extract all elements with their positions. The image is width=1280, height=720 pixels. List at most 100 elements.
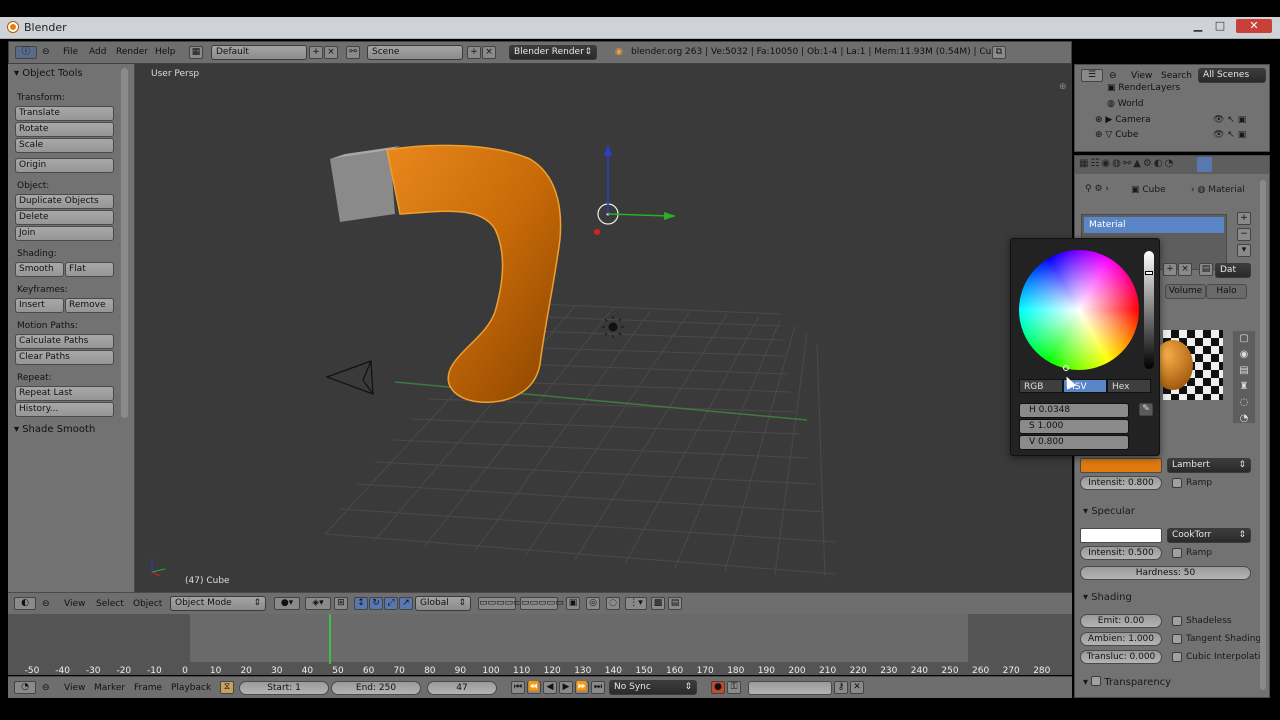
insert-keyframe-button[interactable]: Insert: [15, 298, 64, 313]
transparency-panel-header[interactable]: ▾ Transparency: [1083, 675, 1171, 688]
current-frame-marker[interactable]: [328, 614, 331, 664]
render-engine-dropdown[interactable]: Blender Render ⇕: [509, 45, 597, 60]
history-button[interactable]: History...: [15, 402, 114, 417]
breadcrumb-object[interactable]: ▣ Cube: [1131, 185, 1166, 195]
render-anim-icon[interactable]: ▤: [668, 597, 682, 610]
menu-view[interactable]: View: [1131, 71, 1152, 81]
emit-field[interactable]: Emit: 0.00: [1080, 614, 1162, 628]
slot-menu-icon[interactable]: ▾: [1237, 244, 1251, 257]
current-frame-field[interactable]: 47: [427, 681, 497, 695]
screen-layout-icon[interactable]: ▦: [189, 46, 203, 59]
menu-playback[interactable]: Playback: [171, 683, 211, 693]
shadeless-checkbox[interactable]: [1172, 616, 1182, 626]
add-scene-icon[interactable]: +: [467, 46, 481, 59]
breadcrumb-material[interactable]: › ◍ Material: [1191, 185, 1245, 195]
duplicate-objects-button[interactable]: Duplicate Objects: [15, 194, 114, 209]
manipulator-toggle-icon[interactable]: ⊞: [334, 597, 348, 610]
diffuse-intensity-field[interactable]: Intensit: 0.800: [1080, 476, 1162, 490]
join-button[interactable]: Join: [15, 226, 114, 241]
menu-render[interactable]: Render: [116, 47, 148, 57]
value-slider-knob[interactable]: [1145, 271, 1153, 276]
rotate-button[interactable]: Rotate: [15, 122, 114, 137]
delete-button[interactable]: Delete: [15, 210, 114, 225]
auto-keying-icon[interactable]: ●: [711, 681, 725, 694]
editor-type-icon[interactable]: ⓘ: [15, 46, 37, 59]
preview-range-icon[interactable]: ⧖: [220, 681, 234, 694]
jump-end-icon[interactable]: ⏭: [591, 681, 605, 694]
collapse-icon[interactable]: ⊖: [42, 599, 50, 609]
menu-marker[interactable]: Marker: [94, 683, 125, 693]
maximize-icon[interactable]: □: [1212, 19, 1228, 33]
cubic-interpolation-checkbox[interactable]: [1172, 652, 1182, 662]
properties-scrollbar[interactable]: [1260, 180, 1266, 690]
scene-icon[interactable]: ⚯: [346, 46, 360, 59]
remove-slot-icon[interactable]: −: [1237, 228, 1251, 241]
remove-scene-icon[interactable]: ×: [482, 46, 496, 59]
translate-button[interactable]: Translate: [15, 106, 114, 121]
collapse-menu-icon[interactable]: ⊖: [42, 47, 50, 57]
proportional-edit-icon[interactable]: ◎: [586, 597, 600, 610]
play-reverse-icon[interactable]: ◀: [543, 681, 557, 694]
rotate-manipulator-icon[interactable]: ↻: [369, 597, 383, 610]
diffuse-shader-dropdown[interactable]: Lambert ⇕: [1167, 458, 1251, 473]
start-frame-field[interactable]: Start: 1: [239, 681, 329, 695]
diffuse-color-swatch[interactable]: [1080, 458, 1162, 473]
visibility-icons-cube[interactable]: 👁 ↖ ▣: [1213, 130, 1246, 140]
object-tools-header[interactable]: ▾ Object Tools: [14, 68, 83, 79]
value-slider[interactable]: [1144, 251, 1154, 369]
calculate-paths-button[interactable]: Calculate Paths: [15, 334, 114, 349]
viewport-corner-icon[interactable]: ⊕: [1059, 82, 1067, 92]
value-field[interactable]: V 0.800: [1019, 435, 1129, 450]
minimize-icon[interactable]: ▁: [1190, 19, 1206, 33]
prev-keyframe-icon[interactable]: ⏪: [527, 681, 541, 694]
add-layout-icon[interactable]: +: [309, 46, 323, 59]
end-frame-field[interactable]: End: 250: [331, 681, 421, 695]
close-icon[interactable]: ✕: [1236, 19, 1272, 33]
render-opengl-icon[interactable]: ▩: [651, 597, 665, 610]
play-icon[interactable]: ▶: [559, 681, 573, 694]
origin-button[interactable]: Origin: [15, 158, 114, 173]
specular-ramp-checkbox[interactable]: [1172, 548, 1182, 558]
context-icons[interactable]: ▦☷◉◍⚯▲⚙◐◔: [1079, 158, 1175, 169]
volume-tab[interactable]: Volume: [1165, 284, 1206, 299]
flat-button[interactable]: Flat: [65, 262, 114, 277]
remove-keyframe-button[interactable]: Remove: [65, 298, 114, 313]
menu-help[interactable]: Help: [155, 47, 176, 57]
layout-dropdown[interactable]: Default: [211, 45, 307, 60]
hue-saturation-wheel[interactable]: [1019, 250, 1139, 371]
outliner-item-world[interactable]: ◍ World: [1107, 99, 1144, 109]
hex-tab[interactable]: Hex: [1107, 379, 1151, 393]
menu-view[interactable]: View: [64, 683, 85, 693]
scene-dropdown[interactable]: Scene: [367, 45, 463, 60]
mode-dropdown[interactable]: Object Mode ⇕: [170, 596, 266, 611]
specular-intensity-field[interactable]: Intensit: 0.500: [1080, 546, 1162, 560]
specular-color-swatch[interactable]: [1080, 528, 1162, 543]
specular-panel-header[interactable]: ▾ Specular: [1083, 506, 1135, 517]
outliner-item-cube[interactable]: ⊕ ▽ Cube: [1095, 130, 1138, 140]
menu-file[interactable]: File: [63, 47, 78, 57]
insert-keyframe-icon[interactable]: ⚷: [834, 681, 848, 694]
rgb-tab[interactable]: RGB: [1019, 379, 1063, 393]
next-keyframe-icon[interactable]: ⏩: [575, 681, 589, 694]
delete-keyframe-icon[interactable]: ✕: [850, 681, 864, 694]
orientation-dropdown[interactable]: Global ⇕: [415, 596, 471, 611]
3d-viewport[interactable]: User Persp (47) Cube ⊕: [135, 64, 1072, 592]
material-tab-icon[interactable]: [1197, 157, 1212, 172]
outliner-item-renderlayers[interactable]: ▣ RenderLayers: [1107, 83, 1180, 93]
specular-shader-dropdown[interactable]: CookTorr ⇕: [1167, 528, 1251, 543]
preview-type-buttons[interactable]: ▢ ◉ ▤ ♜ ◌ ◔: [1233, 331, 1255, 424]
remove-layout-icon[interactable]: ×: [324, 46, 338, 59]
hue-field[interactable]: H 0.0348: [1019, 403, 1129, 418]
editor-type-3d-icon[interactable]: ◐: [14, 597, 36, 610]
clear-paths-button[interactable]: Clear Paths: [15, 350, 114, 365]
hardness-field[interactable]: Hardness: 50: [1080, 566, 1251, 580]
jump-start-icon[interactable]: ⏮: [511, 681, 525, 694]
halo-tab[interactable]: Halo: [1206, 284, 1247, 299]
outliner-item-camera[interactable]: ⊕ ▶ Camera: [1095, 115, 1151, 125]
outliner-filter-dropdown[interactable]: All Scenes: [1198, 68, 1266, 83]
timeline-editor[interactable]: -50 -40 -30 -20 -10 0 10 20 30 40 50 60 70 80 90 100 110…: [8, 614, 1072, 676]
menu-search[interactable]: Search: [1161, 71, 1192, 81]
menu-view[interactable]: View: [64, 599, 85, 609]
visibility-icons-camera[interactable]: 👁 ↖ ▣: [1213, 115, 1246, 125]
editor-type-timeline-icon[interactable]: ◔: [14, 681, 36, 694]
